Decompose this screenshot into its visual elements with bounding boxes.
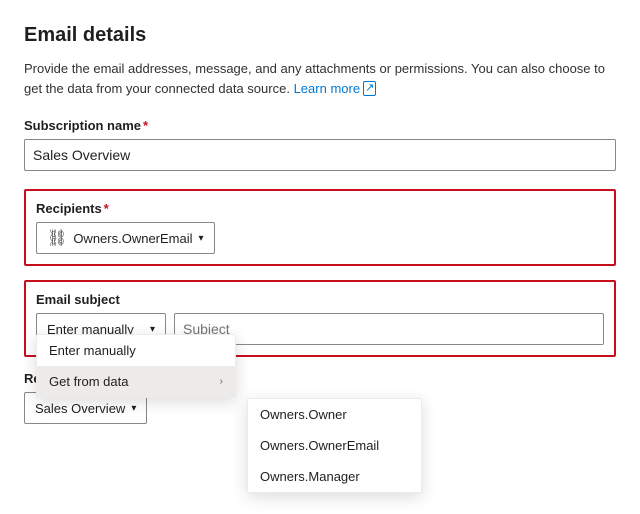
submenu-item-owners-manager[interactable]: Owners.Manager [248, 461, 421, 492]
subject-input[interactable] [174, 313, 604, 345]
email-subject-label: Email subject [36, 292, 604, 307]
chevron-down-icon-subject: ▾ [150, 324, 155, 335]
submenu-item-owners-owner[interactable]: Owners.Owner [248, 399, 421, 430]
recipients-label: Recipients * [36, 201, 604, 216]
menu-item-get-from-data[interactable]: Get from data › Owners.Owner Owners.Owne… [37, 366, 235, 397]
learn-more-link[interactable]: Learn more ↗ [294, 79, 377, 99]
chain-icon: ⛓ [47, 228, 67, 248]
email-subject-section: Email subject Enter manually ▾ Enter man… [24, 280, 616, 357]
recipients-section: Recipients * ⛓ Owners.OwnerEmail ▾ [24, 189, 616, 266]
submenu-item-owners-owneremail[interactable]: Owners.OwnerEmail [248, 430, 421, 461]
report-page-value: Sales Overview [35, 401, 125, 416]
page-description: Provide the email addresses, message, an… [24, 59, 616, 98]
chevron-down-icon-report: ▾ [131, 403, 136, 414]
chevron-right-icon: › [220, 376, 223, 387]
page-title: Email details [24, 24, 616, 47]
menu-item-enter-manually[interactable]: Enter manually [37, 335, 235, 366]
subscription-name-label: Subscription name * [24, 118, 616, 133]
email-subject-menu: Enter manually Get from data › Owners.Ow… [36, 334, 236, 398]
subscription-name-field: Subscription name * [24, 118, 616, 171]
recipients-required: * [104, 201, 109, 216]
subscription-name-input[interactable] [24, 139, 616, 171]
required-indicator: * [143, 118, 148, 133]
chevron-down-icon: ▾ [199, 233, 204, 244]
recipients-value: Owners.OwnerEmail [73, 231, 192, 246]
get-from-data-submenu: Owners.Owner Owners.OwnerEmail Owners.Ma… [247, 398, 422, 493]
external-link-icon: ↗ [363, 81, 376, 96]
recipients-dropdown[interactable]: ⛓ Owners.OwnerEmail ▾ [36, 222, 215, 254]
